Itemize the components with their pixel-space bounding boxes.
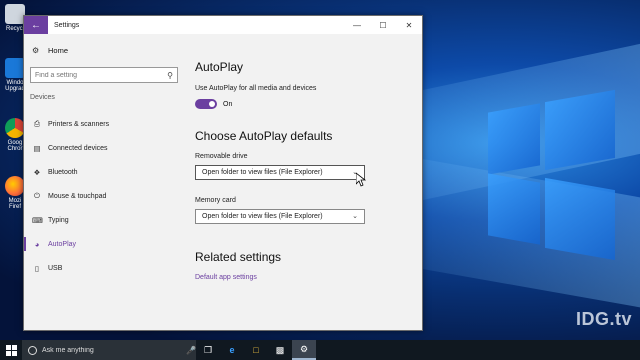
start-button[interactable]: [0, 340, 22, 360]
section-heading-defaults: Choose AutoPlay defaults: [195, 129, 333, 143]
folder-icon: □: [253, 345, 259, 355]
back-button[interactable]: ←: [24, 16, 48, 34]
desktop-icon-label: Goog Chror: [7, 140, 23, 152]
sidebar: ⚙ Home ⚲ Devices ⎙ Printers & scanners ▤…: [24, 34, 184, 330]
taskbar-search[interactable]: 🎤: [22, 340, 196, 360]
keyboard-icon: ⌨: [32, 215, 43, 225]
sidebar-item-connected-devices[interactable]: ▤ Connected devices: [24, 136, 184, 160]
toggle-knob: [209, 101, 215, 107]
desktop-icon-label: Mozi Firef: [8, 198, 22, 210]
sidebar-item-label: Mouse & touchpad: [48, 192, 107, 200]
back-arrow-icon: ←: [31, 19, 41, 31]
title-bar[interactable]: ← Settings — ☐ ✕: [24, 16, 422, 34]
dropdown-value: Open folder to view files (File Explorer…: [202, 213, 323, 220]
sidebar-item-printers[interactable]: ⎙ Printers & scanners: [24, 112, 184, 136]
edge-button[interactable]: e: [220, 340, 244, 360]
store-icon: ▩: [275, 344, 285, 355]
dropdown-value: Open folder to view files (File Explorer…: [202, 169, 323, 176]
taskbar: 🎤 ❐ e □ ▩ ⚙: [0, 340, 640, 360]
desktop-icon-label: Windo Upgrad: [5, 80, 25, 92]
watermark: IDG.tv: [575, 309, 632, 329]
cortana-icon: [28, 345, 37, 355]
sidebar-item-label: Home: [48, 46, 69, 55]
usb-icon: ▯: [34, 263, 40, 273]
window-title: Settings: [54, 21, 80, 29]
windows-logo-icon: [5, 344, 17, 356]
bluetooth-icon: ❖: [33, 167, 41, 177]
page-title: AutoPlay: [195, 60, 244, 74]
toggle-state: On: [223, 100, 233, 108]
task-view-button[interactable]: ❐: [196, 340, 220, 360]
firefox-icon: [5, 176, 25, 196]
file-explorer-button[interactable]: □: [244, 340, 268, 360]
printer-icon: ⎙: [34, 119, 40, 128]
toggle-label: Use AutoPlay for all media and devices: [195, 85, 317, 92]
close-button[interactable]: ✕: [396, 16, 422, 34]
autoplay-toggle[interactable]: On: [195, 99, 232, 109]
windows-logo-pane: [545, 89, 615, 171]
sidebar-item-label: Bluetooth: [48, 168, 78, 176]
task-view-icon: ❐: [203, 344, 213, 355]
windows-logo-pane: [488, 103, 540, 175]
sidebar-item-home[interactable]: ⚙ Home: [32, 46, 68, 55]
chrome-icon: [5, 118, 25, 138]
sidebar-item-label: Connected devices: [48, 144, 108, 152]
windows-logo-pane: [488, 173, 540, 245]
sidebar-item-bluetooth[interactable]: ❖ Bluetooth: [24, 160, 184, 184]
desktop-icon-label: Recycl: [5, 26, 24, 32]
windows-upgrade-icon: [5, 58, 25, 78]
chevron-down-icon: ⌄: [352, 213, 358, 220]
removable-drive-label: Removable drive: [195, 153, 248, 160]
taskbar-search-input[interactable]: [42, 346, 186, 354]
maximize-button[interactable]: ☐: [370, 16, 396, 34]
recycle-bin-icon: [5, 4, 25, 24]
mouse-cursor-icon: [356, 173, 366, 187]
store-button[interactable]: ▩: [268, 340, 292, 360]
settings-taskbar-button[interactable]: ⚙: [292, 340, 316, 360]
edge-icon: e: [229, 345, 235, 355]
settings-window: ← Settings — ☐ ✕ ⚙ Home ⚲ Devices ⎙ Prin…: [23, 15, 423, 331]
section-heading-related: Related settings: [195, 250, 282, 264]
mouse-icon: ⏻: [34, 191, 40, 200]
sidebar-item-label: USB: [48, 264, 63, 272]
sidebar-item-label: Typing: [48, 216, 69, 224]
gear-icon: ⚙: [299, 343, 309, 354]
microphone-icon[interactable]: 🎤: [186, 346, 196, 355]
autoplay-icon: ◕: [34, 239, 40, 249]
memory-card-label: Memory card: [195, 197, 236, 204]
nav-list: ⎙ Printers & scanners ▤ Connected device…: [24, 112, 184, 280]
windows-logo-pane: [545, 177, 615, 261]
memory-card-dropdown[interactable]: Open folder to view files (File Explorer…: [195, 209, 365, 224]
removable-drive-dropdown[interactable]: Open folder to view files (File Explorer…: [195, 165, 365, 180]
minimize-button[interactable]: —: [344, 16, 370, 34]
main-content: AutoPlay Use AutoPlay for all media and …: [195, 34, 422, 330]
sidebar-item-typing[interactable]: ⌨ Typing: [24, 208, 184, 232]
sidebar-item-autoplay[interactable]: ◕ AutoPlay: [24, 232, 184, 256]
toggle-track[interactable]: [195, 99, 217, 109]
sidebar-item-label: Printers & scanners: [48, 120, 110, 128]
search-icon[interactable]: ⚲: [163, 71, 177, 80]
gear-icon: ⚙: [32, 46, 40, 55]
sidebar-item-usb[interactable]: ▯ USB: [24, 256, 184, 280]
window-controls: — ☐ ✕: [344, 16, 422, 34]
sidebar-item-mouse[interactable]: ⏻ Mouse & touchpad: [24, 184, 184, 208]
search-box[interactable]: ⚲: [30, 67, 178, 83]
sidebar-item-label: AutoPlay: [48, 240, 77, 248]
section-label: Devices: [30, 94, 55, 101]
search-input[interactable]: [35, 71, 163, 79]
default-app-settings-link[interactable]: Default app settings: [195, 274, 257, 281]
devices-icon: ▤: [33, 143, 41, 153]
